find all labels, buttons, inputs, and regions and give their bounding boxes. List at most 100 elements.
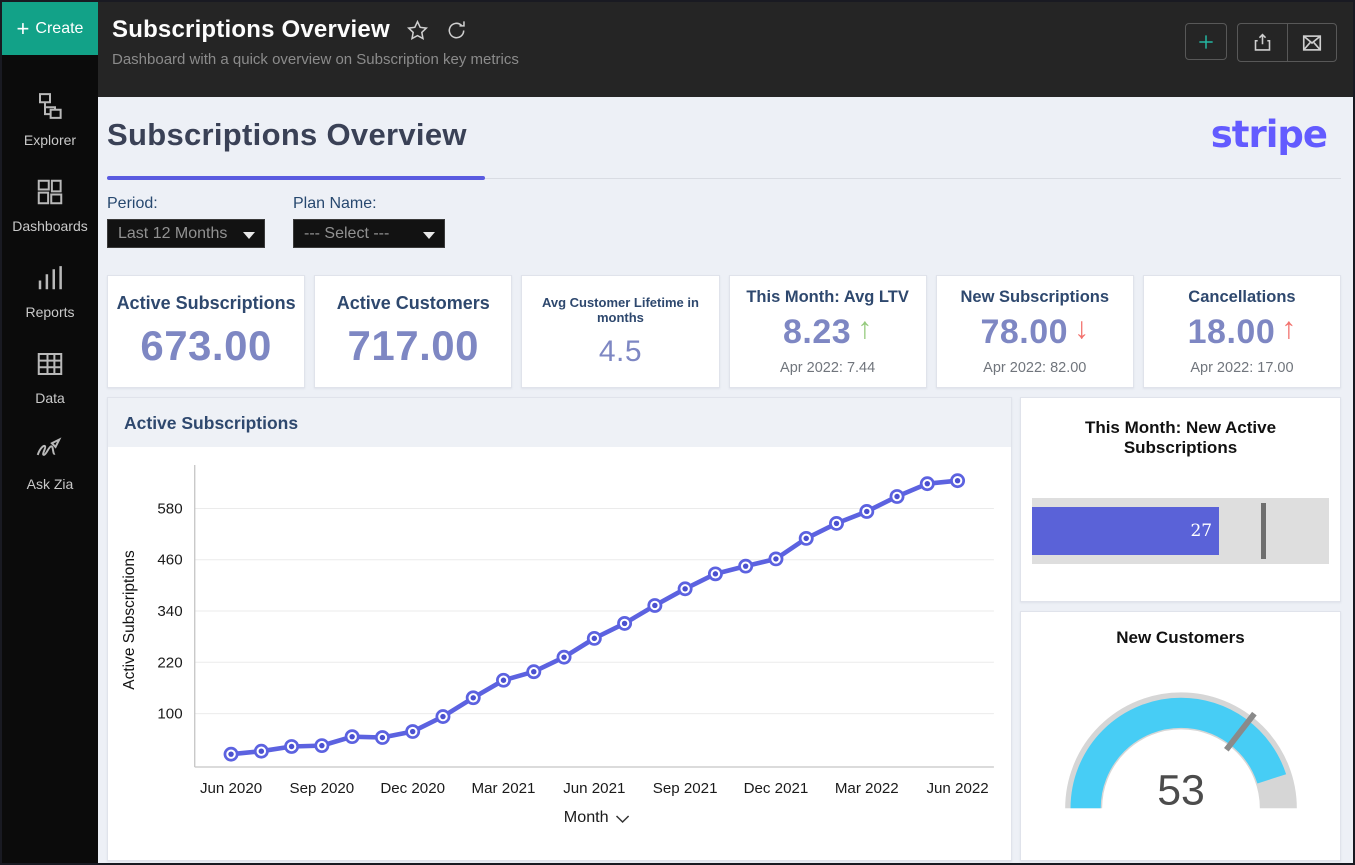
trend-up-arrow-icon: ↑ — [1281, 312, 1297, 345]
period-dropdown-value: Last 12 Months — [118, 224, 228, 242]
kpi-avg-customer-lifetime[interactable]: Avg Customer Lifetime in months 4.5 — [521, 275, 720, 388]
active-subscriptions-chart-panel: Active Subscriptions 100 220 340 460 580 Jun … — [107, 397, 1012, 861]
hierarchy-icon — [35, 91, 65, 126]
kpi-row: Active Subscriptions 673.00 Active Custo… — [107, 275, 1342, 388]
svg-text:340: 340 — [157, 603, 182, 620]
sidebar-item-label: Data — [35, 390, 65, 406]
gauge-svg: 53 — [1064, 692, 1297, 814]
svg-text:Jun 2022: Jun 2022 — [926, 780, 988, 797]
kpi-value: 4.5 — [598, 334, 643, 368]
plan-name-dropdown[interactable]: --- Select --- — [293, 219, 445, 248]
kpi-value: 78.00 — [980, 312, 1069, 351]
kpi-title: Active Subscriptions — [116, 293, 296, 313]
bullet-target-marker — [1260, 503, 1266, 559]
topbar: Subscriptions Overview Dashboard with a … — [98, 2, 1353, 97]
svg-text:Sep 2020: Sep 2020 — [290, 780, 355, 797]
gauge-chart: 53 — [1031, 658, 1330, 828]
topbar-actions — [1185, 23, 1337, 62]
favorite-star-icon[interactable] — [406, 19, 429, 42]
plan-name-filter-label: Plan Name: — [293, 195, 377, 212]
svg-text:Mar 2022: Mar 2022 — [835, 780, 899, 797]
table-icon — [35, 349, 65, 384]
kpi-active-customers[interactable]: Active Customers 717.00 — [314, 275, 513, 388]
chart-panel-title: Active Subscriptions — [108, 398, 1011, 447]
create-button[interactable]: + Create — [2, 2, 98, 55]
kpi-title: This Month: Avg LTV — [746, 287, 909, 306]
add-widget-button[interactable] — [1185, 23, 1227, 60]
kpi-cancellations[interactable]: Cancellations 18.00 ↑ Apr 2022: 17.00 — [1142, 275, 1342, 388]
gauge-title: New Customers — [1116, 628, 1245, 647]
svg-text:Sep 2021: Sep 2021 — [653, 780, 718, 797]
dashboard-subtitle: Dashboard with a quick overview on Subsc… — [112, 51, 519, 68]
page-header: Subscriptions Overview stripe — [107, 97, 1341, 182]
kpi-comparison: Apr 2022: 7.44 — [780, 359, 876, 376]
filter-period: Period: Last 12 Months — [107, 195, 265, 248]
new-customers-panel[interactable]: New Customers 53 — [1020, 611, 1341, 861]
line-chart-svg: 100 220 340 460 580 Jun 2020 Sep 2020 Dec 2020 M… — [121, 465, 994, 826]
title-accent-underline — [107, 176, 485, 180]
sidebar-nav: Explorer Dashboards Reports Data Ask Zia — [2, 55, 98, 507]
email-button[interactable] — [1287, 24, 1336, 61]
period-dropdown[interactable]: Last 12 Months — [107, 219, 265, 248]
topbar-button-group — [1237, 23, 1337, 62]
svg-text:220: 220 — [157, 654, 182, 671]
sidebar-item-label: Reports — [25, 304, 75, 320]
bullet-value: 27 — [1190, 521, 1213, 541]
bullet-chart: 27 — [1032, 498, 1329, 564]
kpi-title: Active Customers — [336, 293, 490, 313]
kpi-comparison: Apr 2022: 17.00 — [1190, 359, 1294, 376]
main-row: Active Subscriptions 100 220 340 460 580 Jun … — [107, 397, 1341, 861]
kpi-comparison: Apr 2022: 82.00 — [983, 359, 1087, 376]
dashboard-content: Subscriptions Overview stripe Period: La… — [98, 97, 1353, 863]
trend-down-arrow-icon: ↓ — [1074, 312, 1090, 345]
kpi-active-subscriptions[interactable]: Active Subscriptions 673.00 — [107, 275, 306, 388]
kpi-new-subscriptions[interactable]: New Subscriptions 78.00 ↓ Apr 2022: 82.0… — [935, 275, 1134, 388]
plan-name-dropdown-value: --- Select --- — [304, 224, 390, 242]
sidebar: + Create Explorer Dashboards Reports Dat… — [2, 2, 98, 863]
sidebar-item-label: Explorer — [23, 132, 77, 148]
svg-text:Month: Month — [564, 808, 609, 826]
sidebar-item-dashboards[interactable]: Dashboards — [2, 163, 98, 249]
kpi-value: 18.00 — [1187, 312, 1276, 351]
zia-icon — [34, 435, 66, 470]
kpi-title: Cancellations — [1188, 287, 1296, 306]
dashboard-title: Subscriptions Overview — [112, 16, 390, 43]
kpi-title: New Subscriptions — [960, 287, 1110, 306]
sidebar-item-ask-zia[interactable]: Ask Zia — [2, 421, 98, 507]
app-window: + Create Explorer Dashboards Reports Dat… — [0, 0, 1355, 865]
svg-text:580: 580 — [157, 501, 182, 518]
kpi-value: 717.00 — [347, 322, 479, 369]
refresh-icon[interactable] — [445, 19, 468, 42]
bullet-chart-title: This Month: New Active Subscriptions — [1084, 418, 1277, 457]
sidebar-item-reports[interactable]: Reports — [2, 249, 98, 335]
new-active-subscriptions-panel[interactable]: This Month: New Active Subscriptions 27 — [1020, 397, 1341, 602]
period-filter-label: Period: — [107, 195, 158, 212]
bar-chart-icon — [35, 263, 65, 298]
right-column: This Month: New Active Subscriptions 27 … — [1020, 397, 1341, 861]
sidebar-item-data[interactable]: Data — [2, 335, 98, 421]
kpi-title: Avg Customer Lifetime in months — [541, 294, 699, 325]
svg-text:Dec 2020: Dec 2020 — [380, 780, 445, 797]
bullet-bar: 27 — [1032, 507, 1220, 555]
stripe-logo: stripe — [1210, 113, 1328, 156]
svg-text:Jun 2020: Jun 2020 — [200, 780, 262, 797]
export-share-button[interactable] — [1238, 24, 1287, 61]
kpi-value: 8.23 — [783, 312, 852, 351]
svg-text:Mar 2021: Mar 2021 — [472, 780, 536, 797]
chevron-down-icon — [423, 232, 435, 239]
sidebar-item-explorer[interactable]: Explorer — [2, 77, 98, 163]
line-chart[interactable]: 100 220 340 460 580 Jun 2020 Sep 2020 Dec 2020 M… — [108, 447, 1011, 860]
svg-text:Jun 2021: Jun 2021 — [563, 780, 625, 797]
kpi-avg-ltv[interactable]: This Month: Avg LTV 8.23 ↑ Apr 2022: 7.4… — [728, 275, 927, 388]
sidebar-item-label: Ask Zia — [26, 476, 74, 492]
trend-up-arrow-icon: ↑ — [857, 312, 873, 345]
sidebar-item-label: Dashboards — [12, 218, 88, 234]
plus-icon: + — [16, 15, 30, 41]
page-title: Subscriptions Overview — [107, 117, 467, 152]
chevron-down-icon — [243, 232, 255, 239]
svg-text:460: 460 — [157, 552, 182, 569]
svg-text:100: 100 — [157, 706, 182, 723]
dashboard-grid-icon — [35, 177, 65, 212]
svg-text:Active Subscriptions: Active Subscriptions — [121, 550, 138, 690]
kpi-value: 673.00 — [140, 322, 272, 369]
